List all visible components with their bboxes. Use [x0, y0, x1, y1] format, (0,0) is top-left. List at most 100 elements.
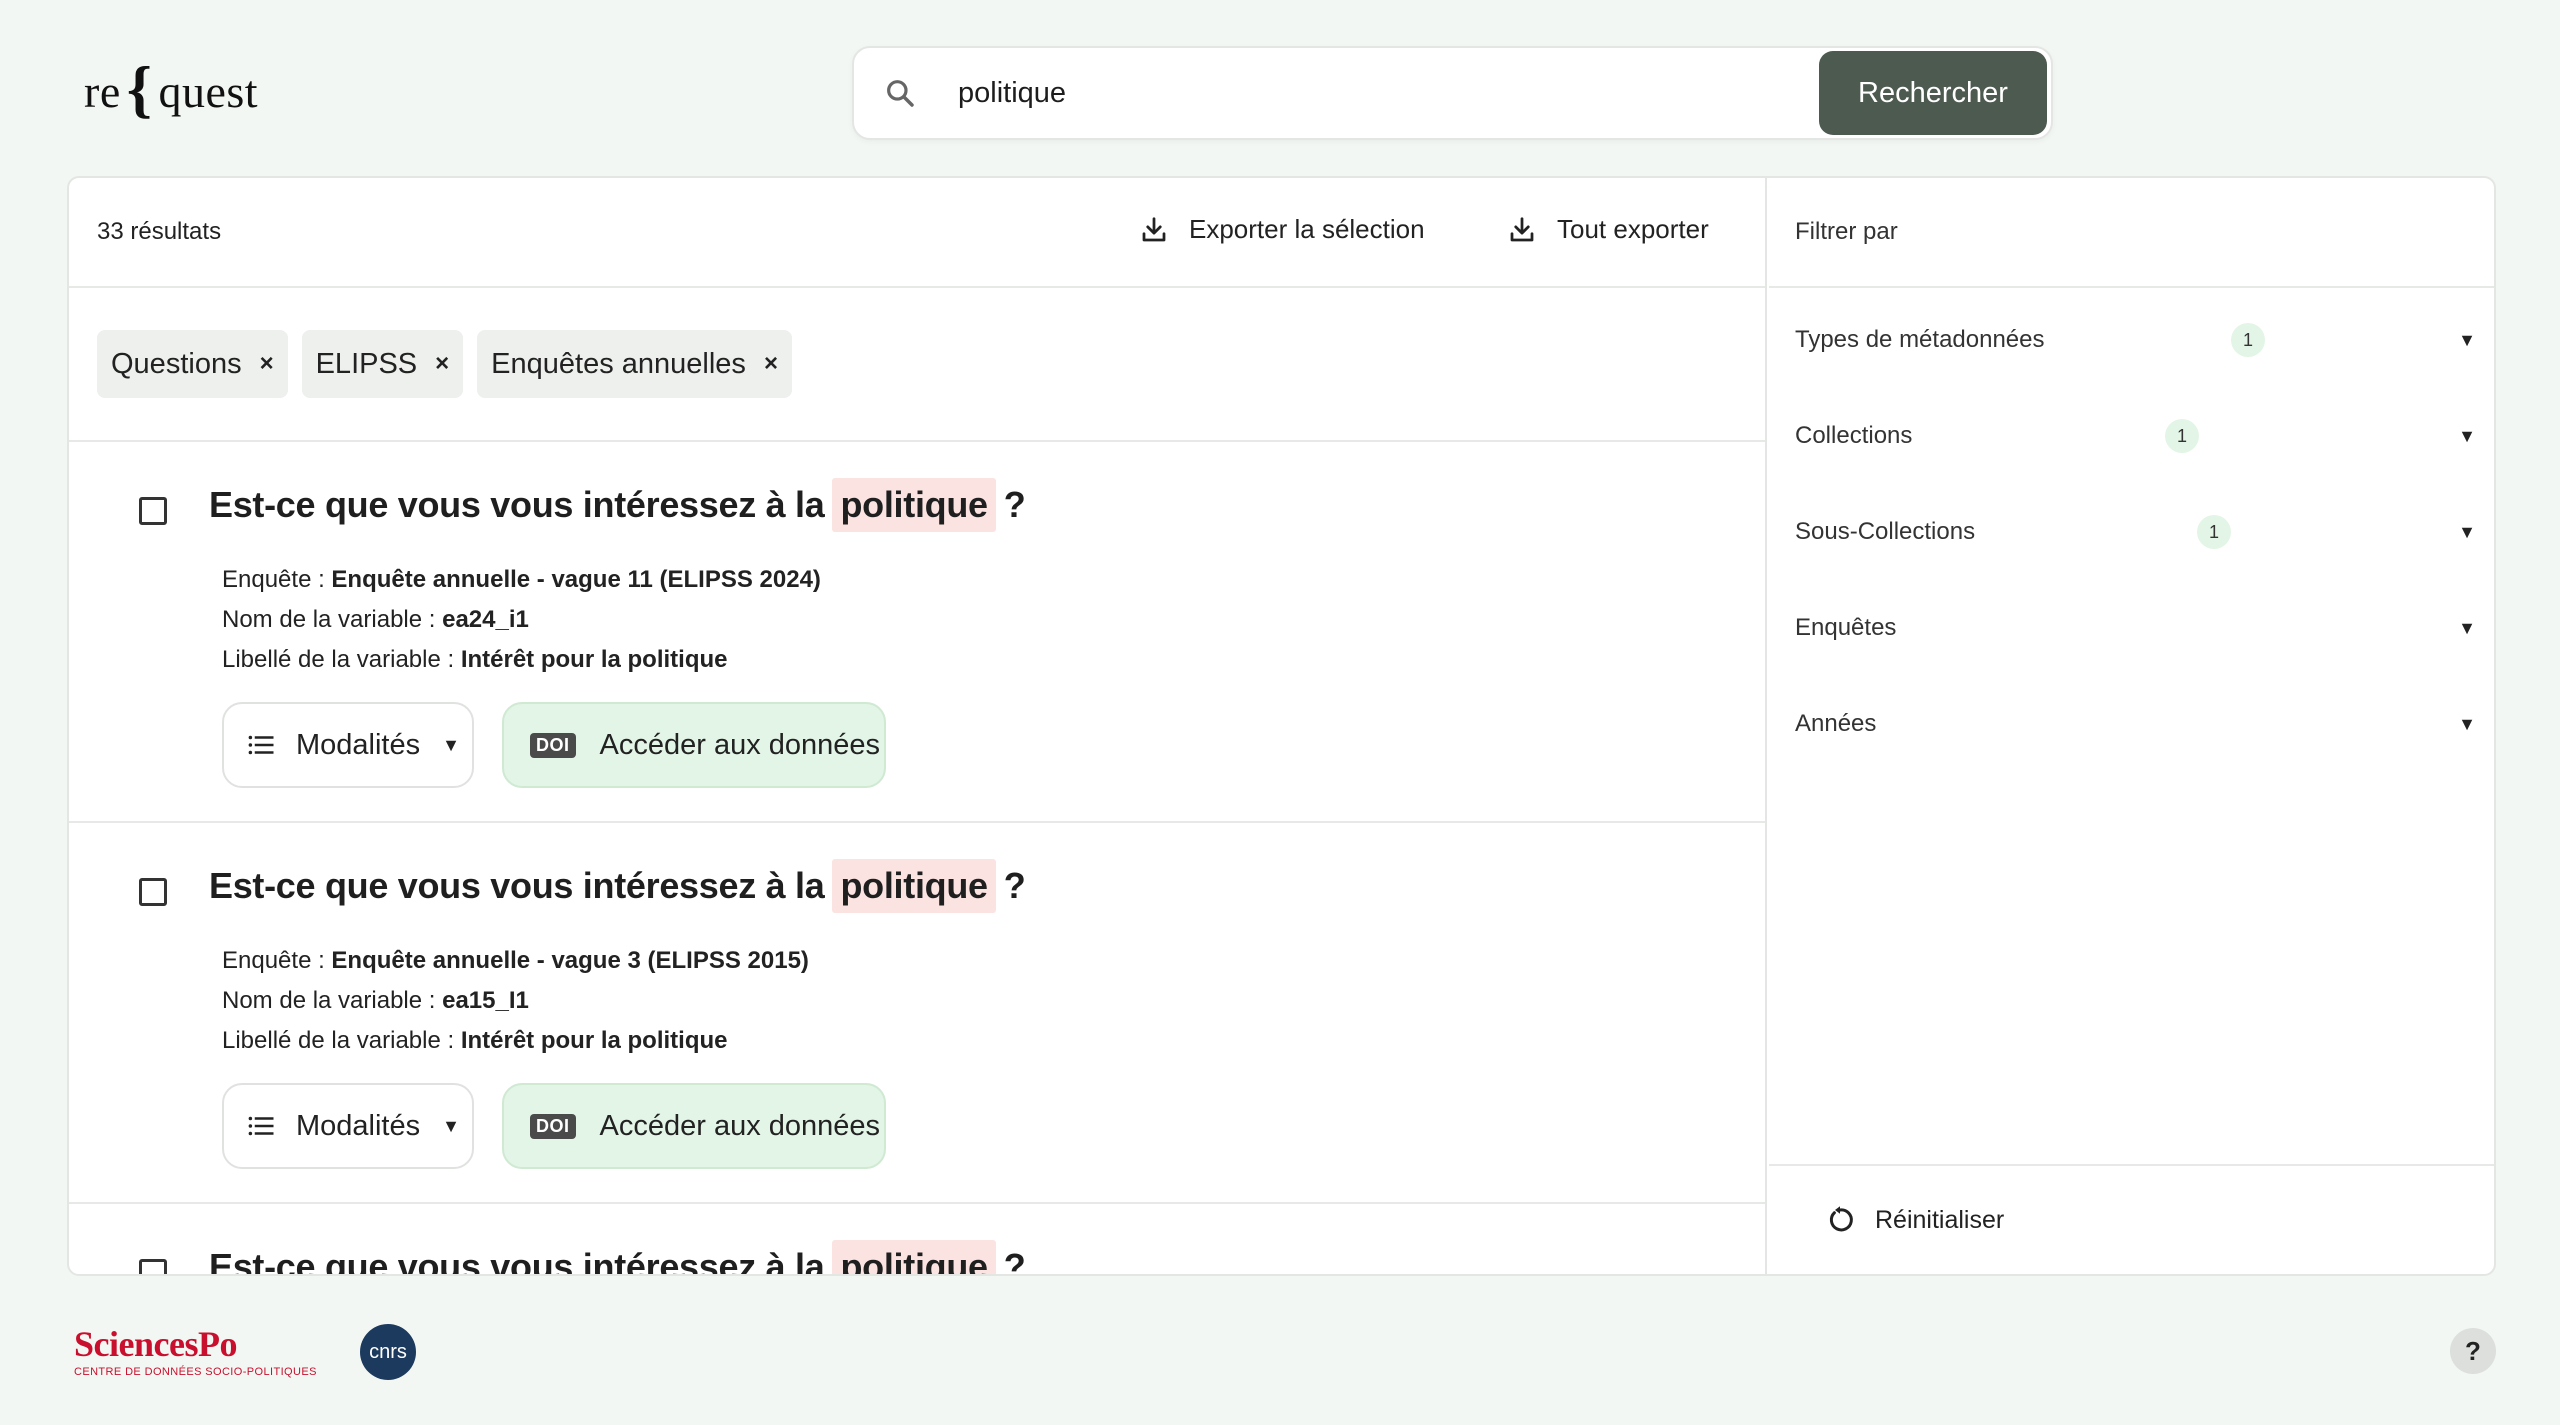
result-meta: Enquête : Enquête annuelle - vague 11 (E…: [222, 560, 821, 680]
result-checkbox[interactable]: [139, 878, 167, 906]
help-button[interactable]: ?: [2450, 1328, 2496, 1374]
chip-remove-icon[interactable]: ×: [260, 350, 274, 378]
access-data-label: Accéder aux données: [599, 1109, 881, 1142]
logo-brace: {: [126, 53, 153, 124]
filter-label: Types de métadonnées: [1795, 326, 2045, 353]
filter-label: Années: [1795, 710, 1877, 737]
filter-label: Sous-Collections: [1795, 518, 1976, 545]
title-text: ?: [1003, 484, 1026, 525]
caret-down-icon: ▼: [2458, 617, 2476, 638]
reset-icon: [1829, 1206, 1853, 1232]
result-checkbox[interactable]: [139, 1259, 167, 1274]
caret-down-icon: ▼: [442, 734, 460, 755]
filter-annees[interactable]: Années ▼: [1769, 676, 2494, 772]
result-title[interactable]: Est-ce que vous vous intéressez à la pol…: [209, 1240, 1026, 1276]
chip-label: Enquêtes annuelles: [491, 347, 746, 380]
access-data-label: Accéder aux données: [599, 728, 881, 761]
result-item: Est-ce que vous vous intéressez à la pol…: [69, 823, 1765, 1204]
caret-down-icon: ▼: [2458, 713, 2476, 734]
meta-label: Libellé de la variable :: [222, 1027, 455, 1054]
filter-label: Collections: [1795, 422, 1913, 449]
export-selection-label: Exporter la sélection: [1189, 214, 1425, 244]
title-text: ?: [1003, 865, 1026, 906]
logo-re: re: [84, 65, 121, 117]
meta-label: Nom de la variable :: [222, 606, 436, 633]
access-data-button[interactable]: DOI Accéder aux données: [502, 1083, 886, 1169]
list-icon: [248, 735, 274, 755]
export-all-label: Tout exporter: [1557, 214, 1709, 244]
meta-varname: ea15_I1: [442, 987, 529, 1014]
modalities-label: Modalités: [296, 728, 421, 761]
modalities-label: Modalités: [296, 1109, 421, 1142]
filter-sous-collections[interactable]: Sous-Collections 1 ▼: [1769, 484, 2494, 580]
list-icon: [248, 1116, 274, 1136]
filter-collections[interactable]: Collections 1 ▼: [1769, 388, 2494, 484]
meta-label: Enquête :: [222, 566, 325, 593]
reset-filters-button[interactable]: Réinitialiser: [1769, 1164, 2494, 1274]
doi-icon: DOI: [530, 1113, 576, 1139]
chip-elipss: ELIPSS ×: [301, 330, 464, 398]
meta-label: Enquête :: [222, 947, 325, 974]
sciencespo-name: SciencesPo: [74, 1324, 237, 1364]
filters-sidebar: Filtrer par Types de métadonnées 1 ▼ Col…: [1769, 178, 2494, 1274]
download-icon: [1142, 216, 1166, 241]
title-text: ?: [1003, 1246, 1026, 1276]
title-text: Est-ce que vous vous intéressez à la: [209, 484, 825, 525]
caret-down-icon: ▼: [2458, 521, 2476, 542]
result-meta: Enquête : Enquête annuelle - vague 3 (EL…: [222, 941, 809, 1061]
result-checkbox[interactable]: [139, 497, 167, 525]
meta-varlabel: Intérêt pour la politique: [460, 646, 728, 673]
title-highlight: politique: [832, 859, 996, 913]
title-highlight: politique: [832, 1240, 996, 1274]
reset-label: Réinitialiser: [1875, 1205, 2005, 1234]
search-bar: Rechercher: [852, 46, 2053, 140]
sciencespo-subtitle: CENTRE DE DONNÉES SOCIO-POLITIQUES: [74, 1366, 317, 1378]
results-count: 33 résultats: [97, 218, 222, 245]
search-icon: [887, 80, 914, 107]
meta-varlabel: Intérêt pour la politique: [460, 1027, 728, 1054]
modalities-button[interactable]: Modalités ▼: [222, 1083, 474, 1169]
download-icon: [1510, 216, 1534, 241]
chip-remove-icon[interactable]: ×: [435, 350, 449, 378]
result-title[interactable]: Est-ce que vous vous intéressez à la pol…: [209, 859, 1026, 913]
access-data-button[interactable]: DOI Accéder aux données: [502, 702, 886, 788]
filter-count-badge: 1: [2165, 419, 2199, 453]
filter-types-metadonnees[interactable]: Types de métadonnées 1 ▼: [1769, 292, 2494, 388]
meta-survey: Enquête annuelle - vague 11 (ELIPSS 2024…: [331, 566, 821, 593]
doi-icon: DOI: [530, 732, 576, 758]
filters-header: Filtrer par: [1769, 178, 2494, 288]
result-item: Est-ce que vous vous intéressez à la pol…: [69, 1204, 1765, 1276]
export-selection-button[interactable]: Exporter la sélection: [1139, 214, 1425, 245]
meta-varname: ea24_i1: [442, 606, 529, 633]
modalities-button[interactable]: Modalités ▼: [222, 702, 474, 788]
result-item: Est-ce que vous vous intéressez à la pol…: [69, 442, 1765, 823]
title-text: Est-ce que vous vous intéressez à la: [209, 1246, 825, 1276]
caret-down-icon: ▼: [442, 1115, 460, 1136]
search-button[interactable]: Rechercher: [1819, 51, 2047, 135]
meta-survey: Enquête annuelle - vague 3 (ELIPSS 2015): [331, 947, 809, 974]
results-column: 33 résultats Exporter la sélection Tout …: [69, 178, 1767, 1274]
active-filter-chips: Questions × ELIPSS × Enquêtes annuelles …: [69, 288, 1765, 442]
logo-quest: quest: [158, 65, 259, 117]
meta-label: Nom de la variable :: [222, 987, 436, 1014]
title-text: Est-ce que vous vous intéressez à la: [209, 865, 825, 906]
caret-down-icon: ▼: [2458, 425, 2476, 446]
title-highlight: politique: [832, 478, 996, 532]
filter-label: Enquêtes: [1795, 614, 1897, 641]
export-all-button[interactable]: Tout exporter: [1507, 214, 1709, 245]
chip-label: Questions: [111, 347, 242, 380]
filter-count-badge: 1: [2231, 323, 2265, 357]
main-panel: 33 résultats Exporter la sélection Tout …: [67, 176, 2496, 1276]
chip-enquetes-annuelles: Enquêtes annuelles ×: [477, 330, 792, 398]
sciencespo-logo[interactable]: SciencesPo CENTRE DE DONNÉES SOCIO-POLIT…: [74, 1326, 317, 1378]
cnrs-logo[interactable]: cnrs: [360, 1324, 416, 1380]
search-input[interactable]: [958, 63, 1819, 123]
chip-questions: Questions ×: [97, 330, 288, 398]
chip-remove-icon[interactable]: ×: [764, 350, 778, 378]
request-logo[interactable]: re { quest: [84, 56, 258, 126]
filter-count-badge: 1: [2197, 515, 2231, 549]
result-title[interactable]: Est-ce que vous vous intéressez à la pol…: [209, 478, 1026, 532]
chip-label: ELIPSS: [315, 347, 418, 380]
filter-enquetes[interactable]: Enquêtes ▼: [1769, 580, 2494, 676]
results-header: 33 résultats Exporter la sélection Tout …: [69, 178, 1765, 288]
